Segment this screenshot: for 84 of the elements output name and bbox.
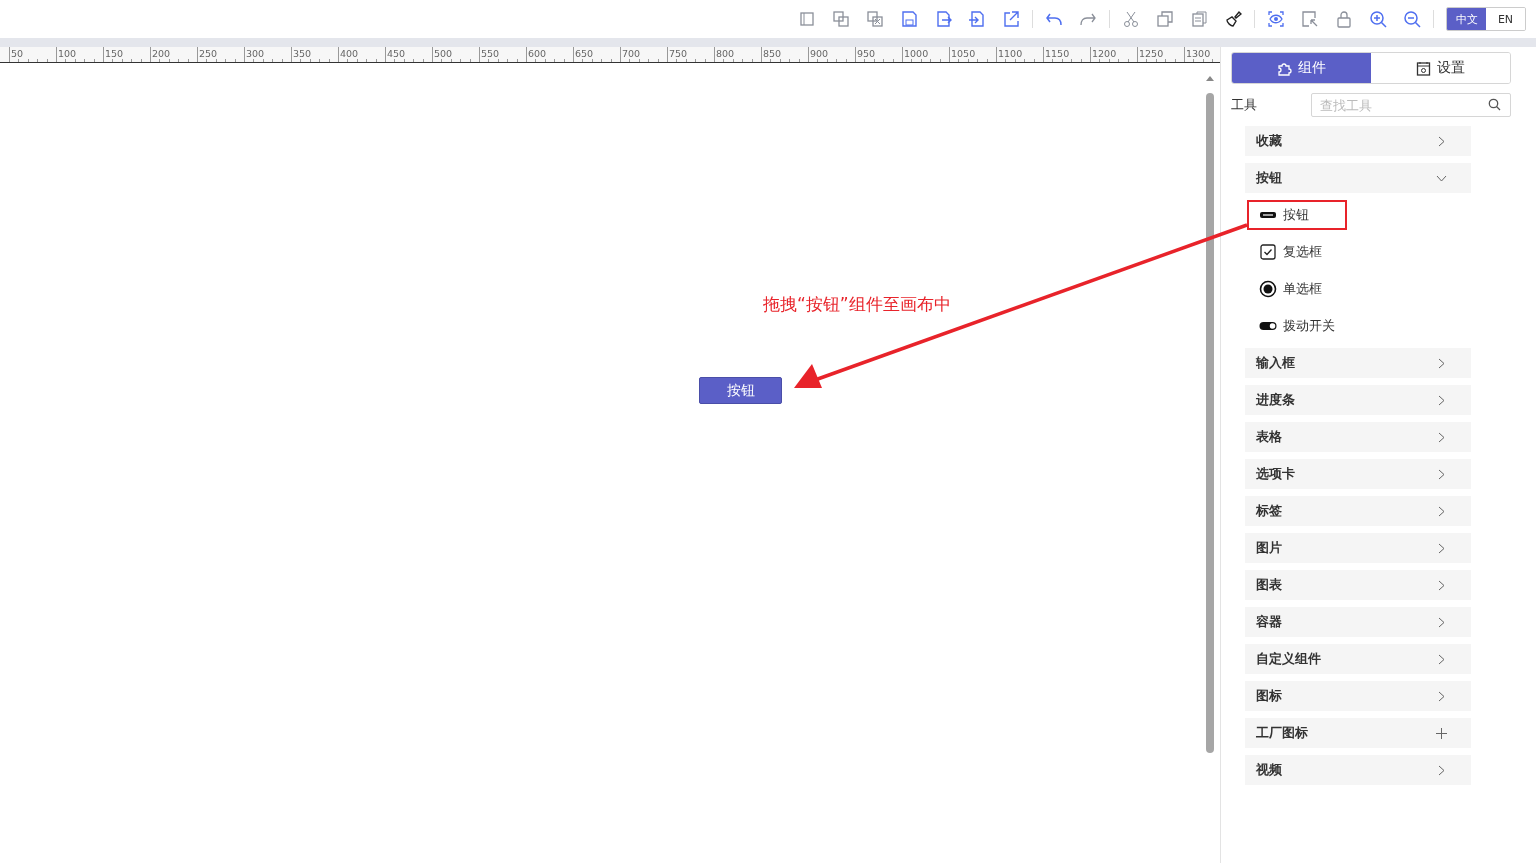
calendar-icon xyxy=(1416,60,1431,76)
ruler-label: 650 xyxy=(575,47,594,61)
category-item[interactable]: 表格 xyxy=(1245,422,1471,452)
lock-icon[interactable] xyxy=(1335,10,1353,28)
ruler-label: 500 xyxy=(434,47,453,61)
annotation-text: 拖拽“按钮”组件至画布中 xyxy=(763,293,951,316)
ruler-label: 1100 xyxy=(998,47,1023,61)
radio-icon xyxy=(1259,280,1277,298)
category-item[interactable]: 图标 xyxy=(1245,681,1471,711)
chevron-right-icon xyxy=(1436,468,1447,480)
ruler-label: 200 xyxy=(152,47,171,61)
ruler-label: 1200 xyxy=(1092,47,1117,61)
brush-icon[interactable] xyxy=(1224,10,1242,28)
chevron-right-icon xyxy=(1436,764,1447,776)
ruler-label: 250 xyxy=(199,47,218,61)
ruler-label: 1150 xyxy=(1045,47,1070,61)
category-item[interactable]: 容器 xyxy=(1245,607,1471,637)
ruler-label: 750 xyxy=(669,47,688,61)
preview-icon[interactable] xyxy=(1267,10,1285,28)
ruler-label: 300 xyxy=(246,47,265,61)
search-field[interactable]: 查找工具 xyxy=(1311,93,1511,117)
select-icon[interactable] xyxy=(1301,10,1319,28)
ruler-label: 50 xyxy=(11,47,24,61)
category-item[interactable]: 进度条 xyxy=(1245,385,1471,415)
category-item[interactable]: 视频 xyxy=(1245,755,1471,785)
paste-icon[interactable] xyxy=(1190,10,1208,28)
ruler-label: 400 xyxy=(340,47,359,61)
page-icon[interactable] xyxy=(798,10,816,28)
ruler-label: 900 xyxy=(810,47,829,61)
component-item[interactable]: 按钮 xyxy=(1247,200,1347,230)
import-icon[interactable] xyxy=(968,10,986,28)
category-item[interactable]: 图表 xyxy=(1245,570,1471,600)
category-item[interactable]: 自定义组件 xyxy=(1245,644,1471,674)
chevron-right-icon xyxy=(1436,616,1447,628)
chevron-right-icon xyxy=(1436,505,1447,517)
ruler-label: 1300 xyxy=(1186,47,1211,61)
panel-tab[interactable]: 组件 xyxy=(1232,53,1371,83)
chevron-right-icon xyxy=(1436,690,1447,702)
ruler-label: 350 xyxy=(293,47,312,61)
ruler-label: 850 xyxy=(763,47,782,61)
chevron-right-icon xyxy=(1436,579,1447,591)
zoom-out-icon[interactable] xyxy=(1403,10,1421,28)
zoom-in-icon[interactable] xyxy=(1369,10,1387,28)
category-item[interactable]: 按钮 xyxy=(1245,163,1471,193)
plus-icon xyxy=(1436,727,1447,739)
ruler-label: 1000 xyxy=(904,47,929,61)
puzzle-icon xyxy=(1277,60,1292,76)
chevron-right-icon xyxy=(1436,357,1447,369)
category-item[interactable]: 图片 xyxy=(1245,533,1471,563)
ruler-label: 1050 xyxy=(951,47,976,61)
checkbox-icon xyxy=(1259,243,1277,261)
component-item[interactable]: 拨动开关 xyxy=(1247,311,1347,341)
component-item[interactable]: 单选框 xyxy=(1247,274,1334,304)
ruler-label: 550 xyxy=(481,47,500,61)
component-item[interactable]: 复选框 xyxy=(1247,237,1334,267)
canvas-button[interactable]: 按钮 xyxy=(699,377,782,404)
category-item[interactable]: 选项卡 xyxy=(1245,459,1471,489)
category-item[interactable]: 输入框 xyxy=(1245,348,1471,378)
ruler-label: 800 xyxy=(716,47,735,61)
save-icon[interactable] xyxy=(900,10,918,28)
chevron-right-icon xyxy=(1436,431,1447,443)
ruler-label: 950 xyxy=(857,47,876,61)
category-item[interactable]: 收藏 xyxy=(1245,126,1471,156)
ungroup-icon[interactable] xyxy=(866,10,884,28)
category-item[interactable]: 标签 xyxy=(1245,496,1471,526)
ruler-label: 600 xyxy=(528,47,547,61)
ruler-label: 700 xyxy=(622,47,641,61)
chevron-right-icon xyxy=(1436,135,1447,147)
scissors-icon[interactable] xyxy=(1122,10,1140,28)
chevron-right-icon xyxy=(1436,653,1447,665)
copy-icon[interactable] xyxy=(1156,10,1174,28)
tools-label: 工具 xyxy=(1231,96,1257,114)
search-icon xyxy=(1488,98,1501,111)
language-option[interactable]: 中文 xyxy=(1447,8,1486,30)
share-icon[interactable] xyxy=(1002,10,1020,28)
ruler-label: 450 xyxy=(387,47,406,61)
ruler-label: 150 xyxy=(105,47,124,61)
category-item[interactable]: 工厂图标 xyxy=(1245,718,1471,748)
layers-icon[interactable] xyxy=(832,10,850,28)
ruler-label: 100 xyxy=(58,47,77,61)
export-icon[interactable] xyxy=(934,10,952,28)
chevron-right-icon xyxy=(1436,542,1447,554)
chevron-right-icon xyxy=(1436,394,1447,406)
ruler-label: 1250 xyxy=(1139,47,1164,61)
